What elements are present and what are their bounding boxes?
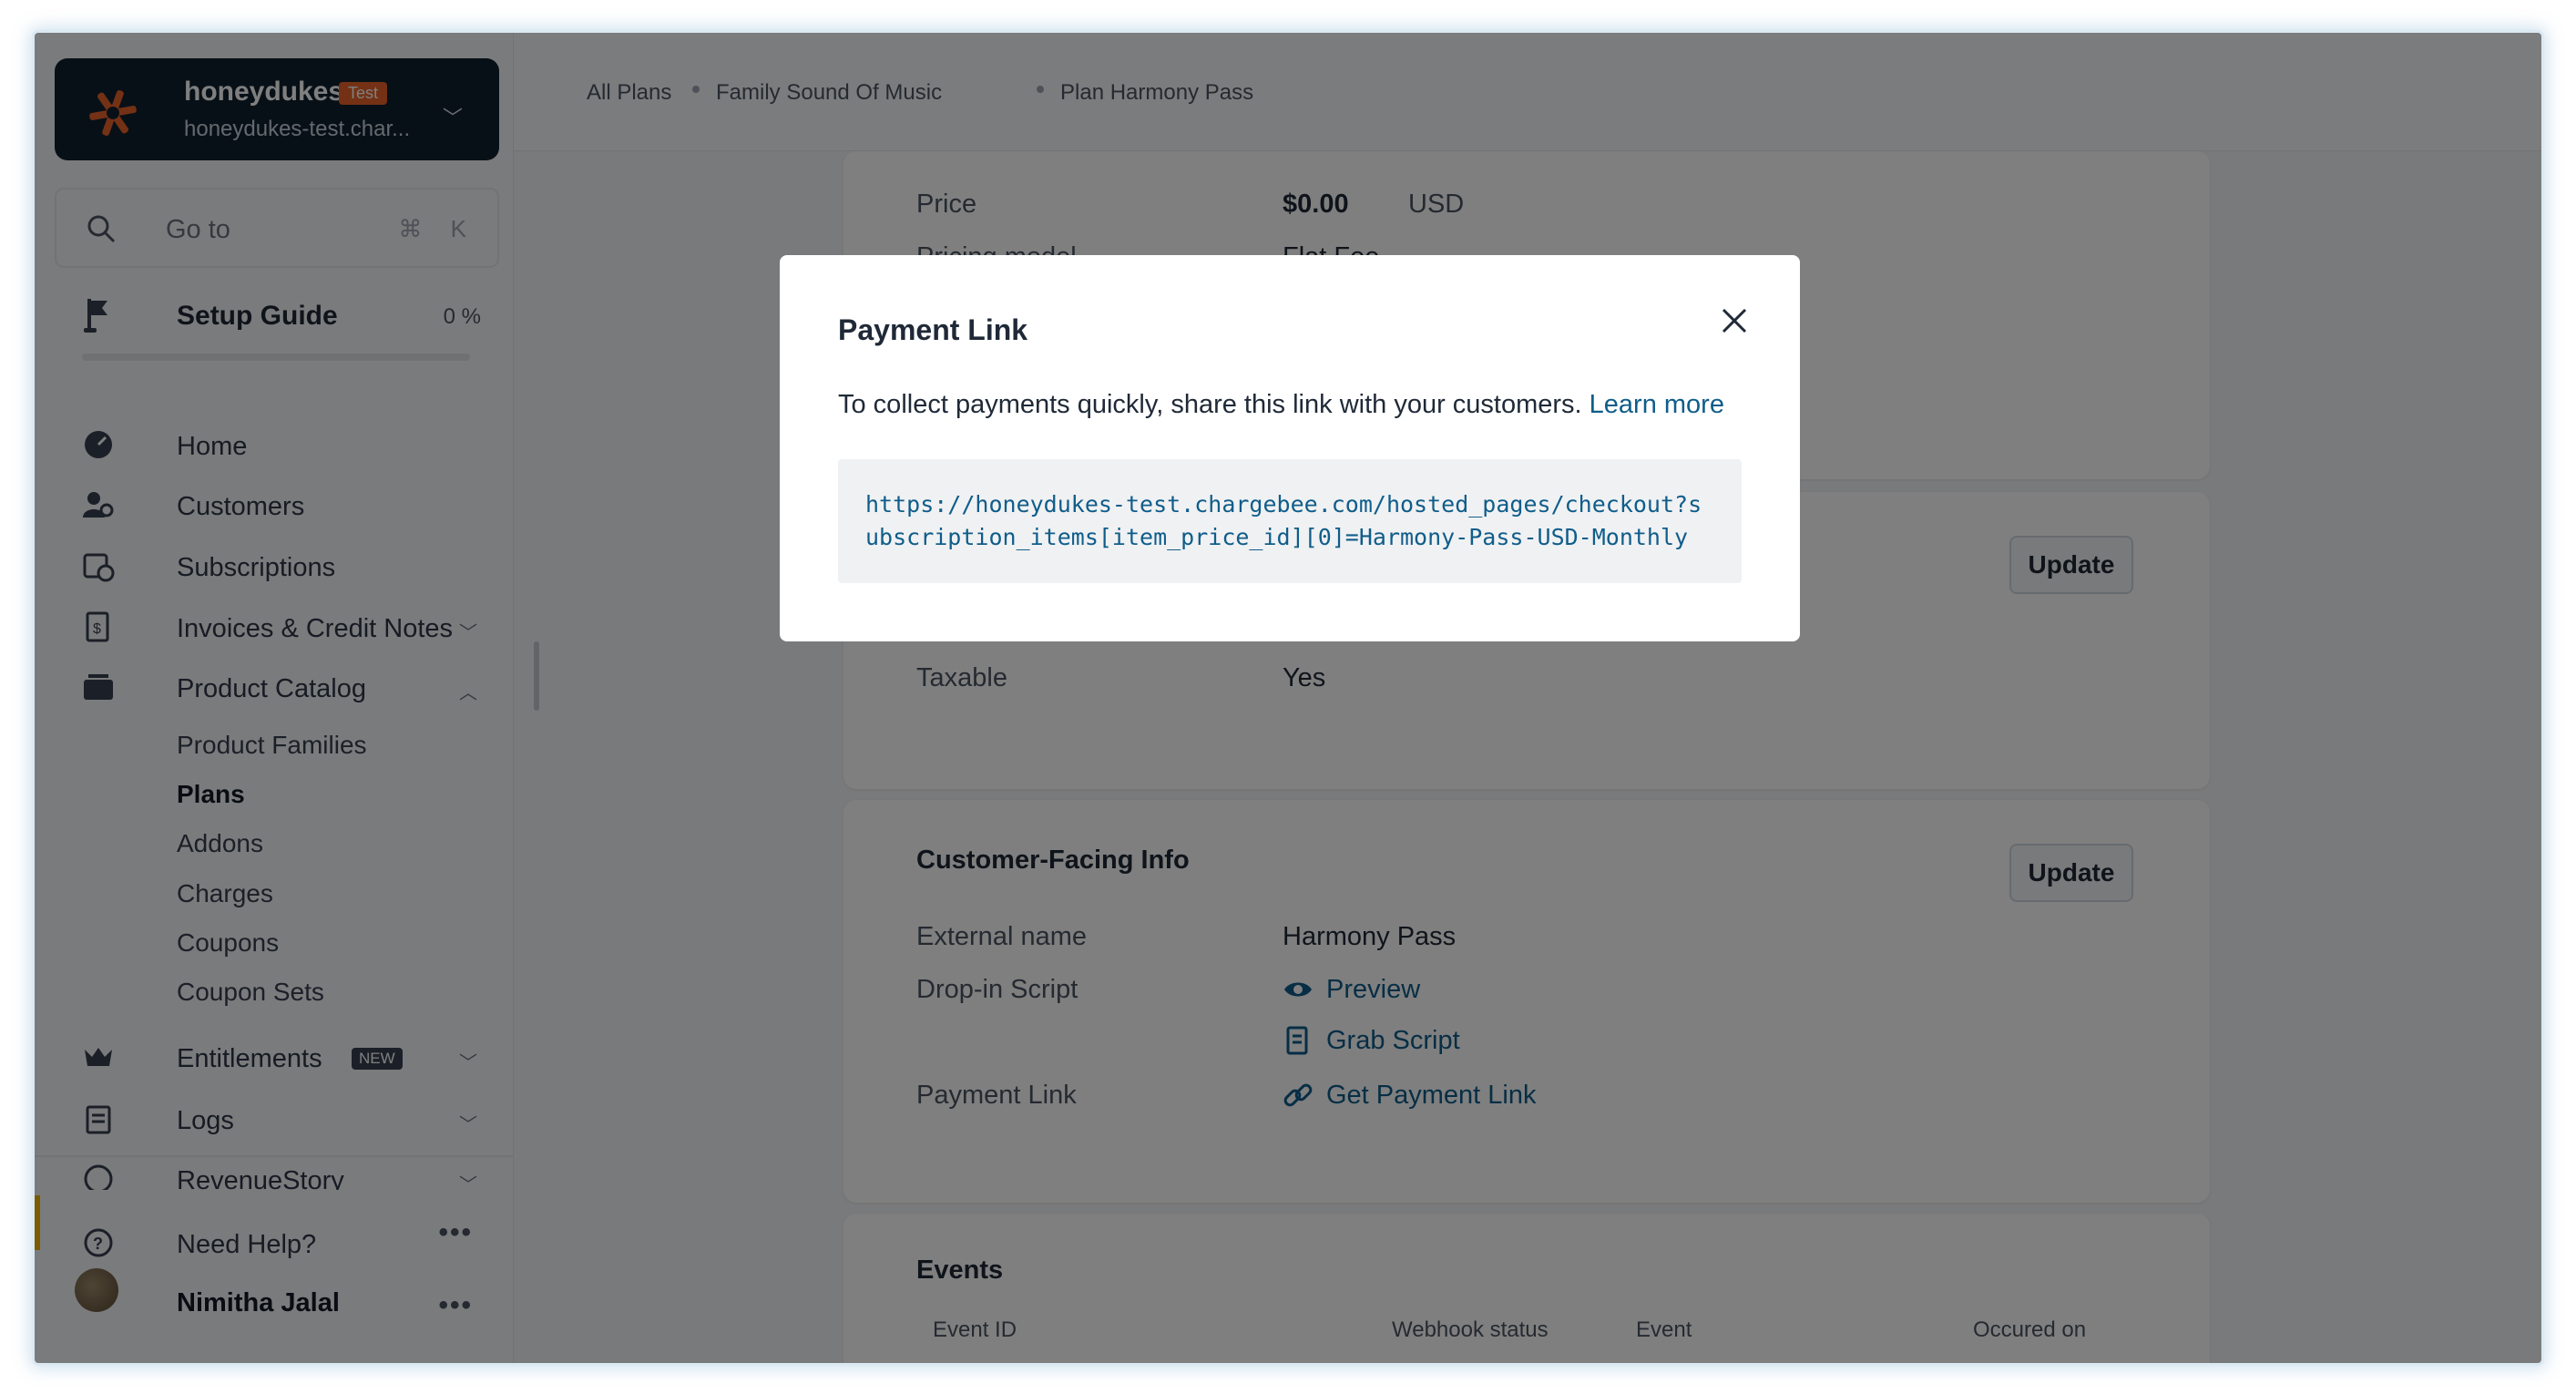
app-window: honeydukes Test honeydukes-test.char... … xyxy=(35,33,2541,1363)
description-text: To collect payments quickly, share this … xyxy=(838,390,1582,419)
modal-backdrop[interactable]: Payment Link To collect payments quickly… xyxy=(35,33,2541,1363)
payment-url-field[interactable]: https://honeydukes-test.chargebee.com/ho… xyxy=(838,459,1742,583)
dialog-title: Payment Link xyxy=(838,313,1028,346)
learn-more-link[interactable]: Learn more xyxy=(1590,390,1724,419)
dialog-description: To collect payments quickly, share this … xyxy=(838,390,1724,420)
payment-link-dialog: Payment Link To collect payments quickly… xyxy=(780,255,1800,641)
close-icon[interactable] xyxy=(1720,306,1749,335)
